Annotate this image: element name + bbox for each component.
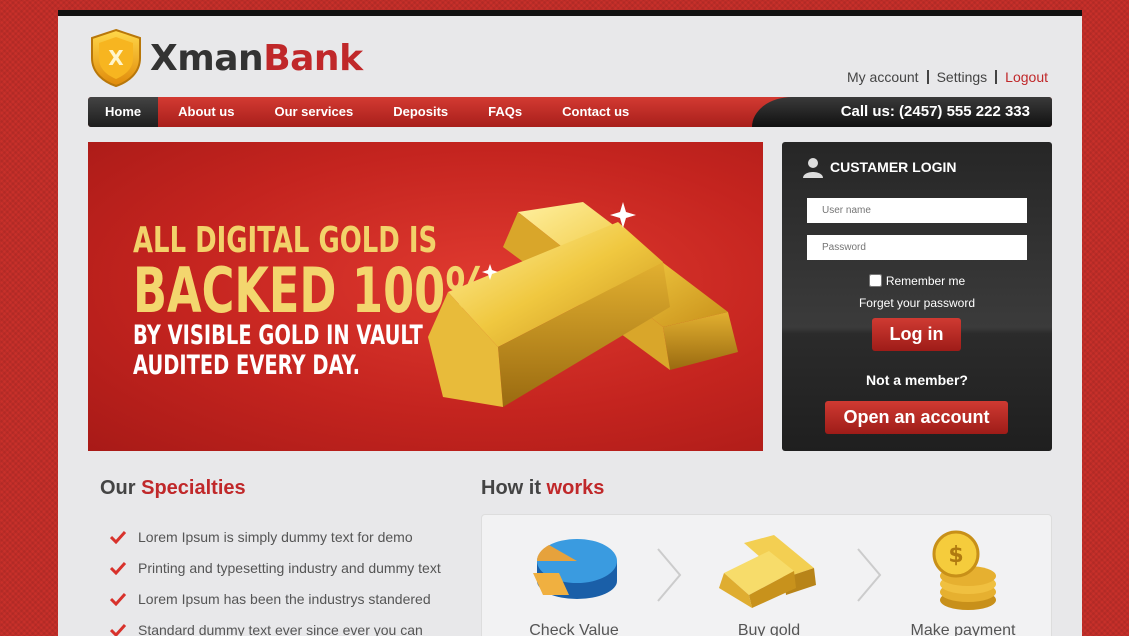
shield-logo-icon: X — [91, 28, 141, 88]
specialties-list: Lorem Ipsum is simply dummy text for dem… — [110, 521, 441, 636]
how-it-works-box: Check Value Buy gold $ Make payment — [481, 514, 1052, 636]
gold-bars-icon — [719, 535, 816, 608]
open-account-button[interactable]: Open an account — [825, 401, 1008, 434]
brand-name: XmanBank — [150, 38, 363, 79]
step-caption: Check Value — [529, 622, 619, 636]
my-account-link[interactable]: My account — [839, 70, 929, 84]
list-item: Printing and typesetting industry and du… — [110, 552, 441, 583]
brand-part2: Bank — [263, 37, 363, 79]
svg-text:$: $ — [948, 543, 963, 568]
brand-part1: Xman — [150, 37, 264, 79]
check-icon — [110, 530, 126, 544]
remember-me-label: Remember me — [885, 274, 966, 288]
nav-deposits[interactable]: Deposits — [373, 97, 468, 127]
how-title-a: How it — [481, 477, 547, 499]
gold-bars-image — [428, 202, 738, 407]
specialties-title-a: Our — [100, 477, 142, 499]
step-check-value[interactable]: Check Value — [499, 515, 649, 636]
specialties-title-b: Specialties — [141, 477, 246, 499]
login-title-text: CUSTAMER LOGIN — [830, 159, 957, 175]
chevron-right-icon — [857, 548, 882, 602]
how-title-b: works — [546, 477, 605, 499]
step-make-payment[interactable]: $ Make payment — [888, 515, 1038, 636]
nav-home[interactable]: Home — [88, 97, 159, 127]
password-input[interactable] — [807, 235, 1027, 260]
login-button[interactable]: Log in — [872, 318, 961, 351]
top-links: My account Settings Logout — [839, 70, 1048, 84]
chevron-right-icon — [657, 548, 682, 602]
logo[interactable]: X XmanBank — [88, 28, 363, 88]
login-title: CUSTAMER LOGIN — [802, 156, 957, 178]
not-member-text: Not a member? — [866, 372, 968, 388]
remember-me-row: Remember me — [782, 274, 1052, 288]
gold-coins-icon: $ — [932, 530, 996, 610]
nav-contact-us[interactable]: Contact us — [542, 97, 649, 127]
step-buy-gold[interactable]: Buy gold — [694, 515, 844, 636]
shield-letter: X — [108, 46, 124, 70]
specialty-text: Lorem Ipsum has been the industrys stand… — [138, 590, 431, 607]
remember-me-checkbox[interactable] — [868, 274, 882, 287]
list-item: Lorem Ipsum is simply dummy text for dem… — [110, 521, 441, 552]
nav-faqs[interactable]: FAQs — [468, 97, 542, 127]
specialties-title: Our Specialties — [100, 477, 246, 500]
page-container: X XmanBank My account Settings Logout Ho… — [58, 10, 1082, 636]
nav-our-services[interactable]: Our services — [254, 97, 373, 127]
check-icon — [110, 561, 126, 575]
hero-banner: ALL DIGITAL GOLD IS BACKED 100% BY VISIB… — [88, 142, 763, 451]
forget-password-link[interactable]: Forget your password — [782, 296, 1052, 310]
step-caption: Make payment — [910, 622, 1016, 636]
call-us-phone: Call us: (2457) 555 222 333 — [752, 97, 1052, 127]
main-nav: Home About us Our services Deposits FAQs… — [88, 97, 1052, 127]
username-input[interactable] — [807, 198, 1027, 223]
check-icon — [110, 592, 126, 606]
settings-link[interactable]: Settings — [929, 70, 998, 84]
list-item: Lorem Ipsum has been the industrys stand… — [110, 583, 441, 614]
how-it-works-title: How it works — [481, 477, 604, 500]
step-caption: Buy gold — [737, 622, 801, 636]
logout-link[interactable]: Logout — [997, 70, 1048, 84]
customer-login-panel: CUSTAMER LOGIN Remember me Forget your p… — [782, 142, 1052, 451]
specialty-text: Lorem Ipsum is simply dummy text for dem… — [138, 528, 413, 545]
list-item: Standard dummy text ever since ever you … — [110, 614, 441, 636]
user-icon — [803, 158, 823, 178]
hero-line4: AUDITED EVERY DAY. — [133, 350, 360, 381]
hero-line3: BY VISIBLE GOLD IN VAULT — [133, 320, 423, 351]
nav-about-us[interactable]: About us — [158, 97, 254, 127]
specialty-text: Printing and typesetting industry and du… — [138, 559, 441, 576]
pie-chart-icon — [533, 539, 617, 599]
specialty-text: Standard dummy text ever since ever you … — [138, 621, 423, 636]
check-icon — [110, 623, 126, 636]
